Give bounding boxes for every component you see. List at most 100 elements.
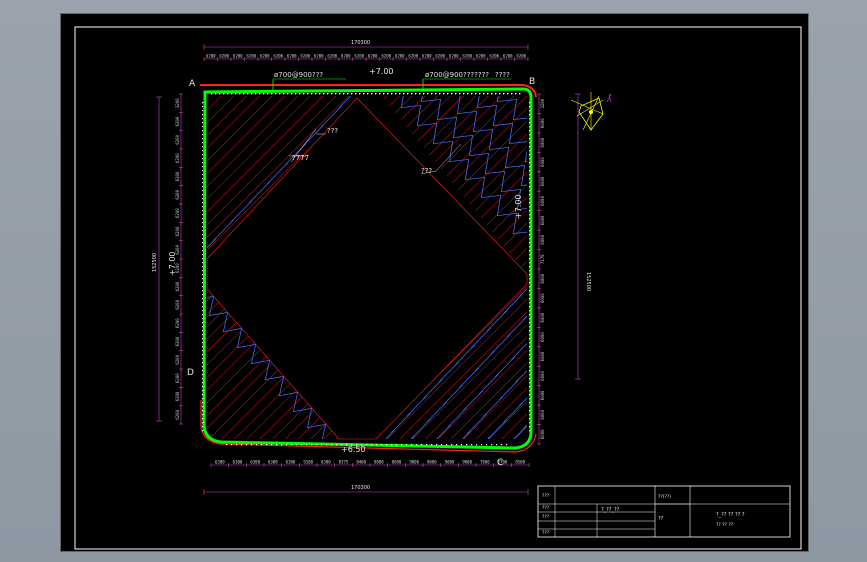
top-dim-text: 6200 [341, 54, 351, 59]
bottom-dim-text: 9000 [427, 460, 437, 465]
bottom-dim-text: 6300 [215, 460, 225, 465]
right-dim-text: 6000 [540, 137, 545, 147]
top-dim-text: 6200 [503, 54, 513, 59]
right-dim-text: 6000 [540, 196, 545, 206]
top-dim-text: 6200 [489, 54, 499, 59]
bottom-dim-text: 9000 [462, 460, 472, 465]
zone-top-right [381, 96, 527, 274]
corner-label-d: D [187, 368, 194, 378]
bottom-dim-text: 8500 [515, 460, 525, 465]
title-label-4: ??? [542, 530, 550, 536]
title-label-1: ??? [542, 493, 550, 499]
left-dim-text: 6200 [175, 134, 180, 144]
leader-label-1: ??? [327, 127, 338, 135]
truss-clip-tr [385, 96, 527, 274]
right-dim-text: 6000 [540, 351, 545, 361]
top-dim-text: 6200 [381, 54, 391, 59]
left-dim-text: 6200 [175, 116, 180, 126]
bottom-dim-text: 6300 [321, 460, 331, 465]
right-dim-text: 6000 [540, 157, 545, 167]
left-dim-text: 6200 [175, 153, 180, 163]
bottom-dim-text: 9000 [445, 460, 455, 465]
bottom-dim-text: 6300 [286, 460, 296, 465]
left-dim-text: 6200 [175, 208, 180, 218]
project-name: ?_??_?? [601, 507, 620, 513]
top-dim-text: 6200 [314, 54, 324, 59]
top-dim-text: 6200 [408, 54, 418, 59]
top-dim-text: 6200 [368, 54, 378, 59]
right-dim-text: 6000 [540, 409, 545, 419]
title-block [537, 485, 791, 538]
right-dim-text: 6000 [540, 293, 545, 303]
top-dim-text: 6200 [516, 54, 526, 59]
top-dim-text: 6200 [422, 54, 432, 59]
left-dim-text: 3200 [175, 98, 180, 108]
drawing-title: ?_?? ?? ?? ? [716, 512, 745, 518]
left-dim-text: 6200 [175, 336, 180, 346]
leader-label-3: ??? [421, 167, 432, 175]
top-dim-text: 6200 [233, 54, 243, 59]
right-dim-text: 6000 [540, 332, 545, 342]
top-dim-text: 6200 [246, 54, 256, 59]
right-dim-text: 6000 [540, 118, 545, 128]
left-dim-text: 6200 [175, 299, 180, 309]
right-dim-text: 6000 [540, 234, 545, 244]
top-dim-text: 6200 [327, 54, 337, 59]
top-dim-text: 6200 [260, 54, 270, 59]
left-dim-text: 6200 [175, 189, 180, 199]
elevation-right: +7.00 [514, 194, 523, 219]
left-dim-text: 6200 [175, 318, 180, 328]
elevation-left: +7.00 [168, 251, 177, 276]
right-dim-text: 6000 [540, 273, 545, 283]
corner-label-c: C [497, 458, 503, 468]
right-dim-text: 6000 [540, 390, 545, 400]
top-dim-text: 6200 [206, 54, 216, 59]
right-dim-text: 6000 [540, 429, 545, 439]
top-dim-text: 6200 [435, 54, 445, 59]
top-dim-text: 6200 [449, 54, 459, 59]
bottom-dim-text: 6300 [250, 460, 260, 465]
right-dim-text: 7170 [540, 254, 545, 264]
top-dim-text: 6200 [300, 54, 310, 59]
left-dim-text: 6200 [175, 281, 180, 291]
top-dim-text: 6200 [287, 54, 297, 59]
top-dim-text: 6200 [219, 54, 229, 59]
right-dim-text: 3200 [540, 98, 545, 108]
bottom-dim-text: 9100 [303, 460, 313, 465]
top-dim-text: 6200 [462, 54, 472, 59]
elevation-bottom: +6.50 [341, 445, 366, 454]
callout-pile-right: ø700@900??????? [425, 71, 489, 79]
left-dim-text: 6200 [175, 354, 180, 364]
callout-pile-left: ø700@900??? [274, 71, 323, 79]
north-arrow-icon [570, 92, 612, 131]
right-dim-text: 6000 [540, 312, 545, 322]
top-dim-text: 6200 [395, 54, 405, 59]
overall-dim-top: 170300 [351, 40, 370, 46]
hatched-zones [207, 96, 527, 439]
right-dim-text: 6000 [540, 371, 545, 381]
callout-beam: ???? [495, 71, 510, 79]
overall-dim-right: 152500 [585, 272, 591, 291]
top-dim-text: 6200 [273, 54, 283, 59]
bottom-dim-text: 7800 [480, 460, 490, 465]
leader-label-2: ?777 [292, 154, 309, 162]
overall-dim-left: 152500 [152, 253, 158, 272]
elevation-top: +7.00 [369, 67, 394, 76]
bottom-dim-text: 6300 [233, 460, 243, 465]
bottom-dim-text: 8400 [356, 460, 366, 465]
drawing-scale: ?? ?? ?? [716, 522, 734, 528]
left-dim-text: 6200 [175, 226, 180, 236]
bottom-dim-text: 6300 [268, 460, 278, 465]
left-dim-text: 6200 [175, 171, 180, 181]
sheet-number: ?? [658, 516, 664, 522]
top-dim-text: 6200 [354, 54, 364, 59]
corner-label-b: B [529, 77, 535, 87]
top-dim-text: 6200 [476, 54, 486, 59]
sheet-label: ??(??) [658, 494, 671, 500]
overall-dim-bottom: 170300 [351, 485, 370, 491]
left-dim-text: 6200 [175, 373, 180, 383]
bottom-dim-text: 8600 [392, 460, 402, 465]
right-dim-text: 6000 [540, 215, 545, 225]
left-dim-text: 6200 [175, 391, 180, 401]
bottom-dim-text: 8375 [339, 460, 349, 465]
